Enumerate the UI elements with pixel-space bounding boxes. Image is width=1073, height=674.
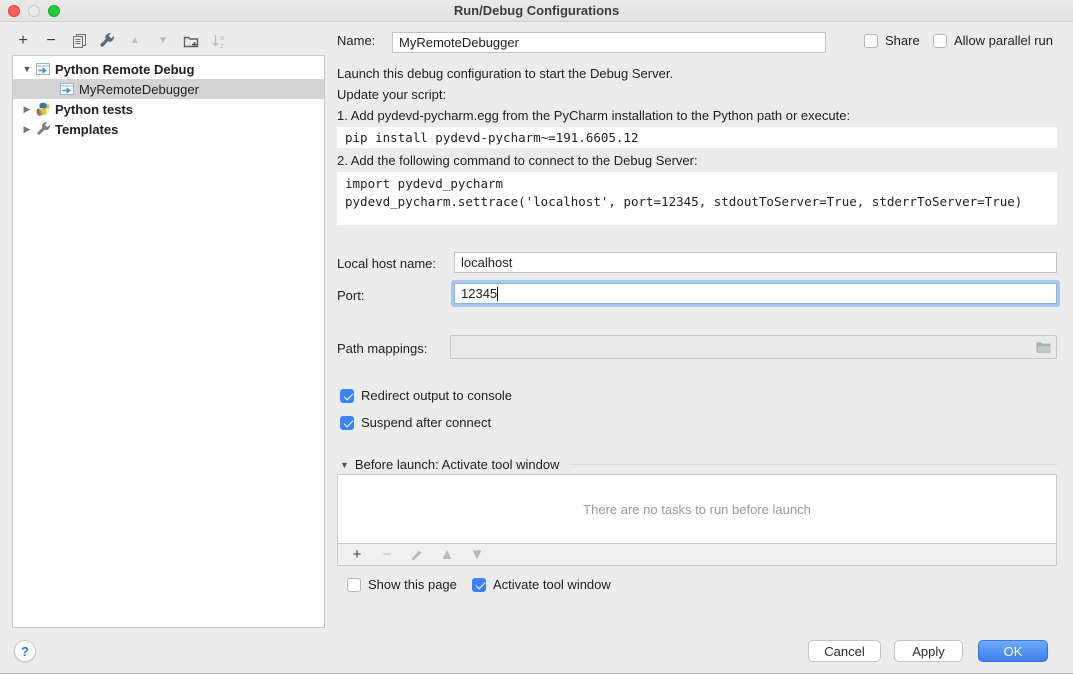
tree-item-label: Python Remote Debug (55, 62, 194, 77)
add-configuration-button[interactable]: + (14, 32, 32, 50)
tree-item-python-tests[interactable]: ▶ Python tests (13, 99, 324, 119)
allow-parallel-run-label: Allow parallel run (954, 33, 1053, 48)
path-mappings-input (450, 335, 1057, 359)
path-mappings-label: Path mappings: (337, 341, 427, 356)
tree-item-label: Python tests (55, 102, 133, 117)
local-host-name-label: Local host name: (337, 256, 436, 271)
sort-configurations-button: a z (210, 32, 228, 50)
add-task-button[interactable]: + (348, 546, 366, 564)
share-checkbox[interactable] (864, 34, 878, 48)
name-label: Name: (337, 33, 375, 48)
configurations-tree: ▼ Python Remote Debug MyRe (12, 55, 325, 628)
tree-item-myremotedebugger[interactable]: MyRemoteDebugger (13, 79, 324, 99)
cancel-button[interactable]: Cancel (808, 640, 881, 662)
description-update: Update your script: (337, 87, 1057, 102)
move-task-up-button: ▲ (438, 546, 456, 564)
description-intro: Launch this debug configuration to start… (337, 66, 1057, 81)
before-launch-collapse-icon[interactable]: ▼ (340, 460, 349, 470)
ok-button[interactable]: OK (978, 640, 1048, 662)
folder-icon (1035, 340, 1052, 354)
edit-defaults-button[interactable] (98, 32, 116, 50)
text-caret (497, 287, 498, 301)
description-step1: 1. Add pydevd-pycharm.egg from the PyCha… (337, 108, 1057, 123)
redirect-output-checkbox[interactable] (340, 389, 354, 403)
sort-az-icon: a z (211, 33, 227, 49)
browse-folder-button[interactable] (1035, 340, 1052, 354)
local-host-name-input[interactable] (454, 252, 1057, 273)
show-this-page-checkbox[interactable] (347, 578, 361, 592)
wrench-icon (99, 33, 115, 49)
remote-debug-icon (59, 81, 75, 97)
before-launch-task-list[interactable]: There are no tasks to run before launch (337, 474, 1057, 544)
activate-tool-window-label: Activate tool window (493, 577, 611, 592)
create-folder-button[interactable] (182, 32, 200, 50)
copy-icon (71, 33, 87, 49)
window-title: Run/Debug Configurations (0, 3, 1073, 18)
description-step2: 2. Add the following command to connect … (337, 153, 1057, 168)
before-launch-title: Before launch: Activate tool window (355, 457, 560, 472)
move-task-down-button: ▼ (468, 546, 486, 564)
svg-text:z: z (220, 41, 224, 49)
allow-parallel-run-checkbox[interactable] (933, 34, 947, 48)
expand-toggle-icon[interactable]: ▶ (21, 124, 33, 135)
share-label: Share (885, 33, 920, 48)
new-folder-icon (183, 33, 199, 49)
pip-install-command: pip install pydevd-pycharm~=191.6605.12 (337, 127, 1057, 148)
before-launch-empty-text: There are no tasks to run before launch (583, 502, 811, 517)
redirect-output-label: Redirect output to console (361, 388, 512, 403)
expand-toggle-icon[interactable]: ▼ (21, 64, 33, 74)
python-tests-icon (35, 101, 51, 117)
move-up-button: ▲ (126, 32, 144, 50)
suspend-after-connect-checkbox[interactable] (340, 416, 354, 430)
remote-debug-icon (35, 61, 51, 77)
before-launch-toolbar: + − ▲ ▼ (337, 544, 1057, 566)
remove-task-button: − (378, 546, 396, 564)
code-line-2: pydevd_pycharm.settrace('localhost', por… (345, 194, 1022, 209)
activate-tool-window-checkbox[interactable] (472, 578, 486, 592)
tree-item-templates[interactable]: ▶ Templates (13, 119, 324, 139)
run-debug-configurations-dialog: Run/Debug Configurations + − ▲ ▼ (0, 0, 1073, 674)
apply-button[interactable]: Apply (894, 640, 963, 662)
wrench-icon (35, 121, 51, 137)
tree-item-python-remote-debug[interactable]: ▼ Python Remote Debug (13, 59, 324, 79)
pencil-icon (410, 548, 424, 562)
copy-configuration-button[interactable] (70, 32, 88, 50)
help-button[interactable]: ? (14, 640, 36, 662)
show-this-page-label: Show this page (368, 577, 457, 592)
edit-task-button (408, 546, 426, 564)
suspend-after-connect-label: Suspend after connect (361, 415, 491, 430)
tree-item-label: Templates (55, 122, 118, 137)
port-input[interactable] (454, 283, 1057, 304)
name-input[interactable] (392, 32, 826, 53)
settrace-code-block: import pydevd_pycharm pydevd_pycharm.sett… (337, 172, 1057, 225)
title-bar: Run/Debug Configurations (0, 0, 1073, 22)
remove-configuration-button[interactable]: − (42, 32, 60, 50)
code-line-1: import pydevd_pycharm (345, 176, 503, 191)
tree-item-label: MyRemoteDebugger (79, 82, 199, 97)
move-down-button: ▼ (154, 32, 172, 50)
separator-line (569, 464, 1057, 465)
expand-toggle-icon[interactable]: ▶ (21, 104, 33, 115)
port-label: Port: (337, 288, 364, 303)
configurations-toolbar: + − ▲ ▼ a z (14, 29, 228, 53)
